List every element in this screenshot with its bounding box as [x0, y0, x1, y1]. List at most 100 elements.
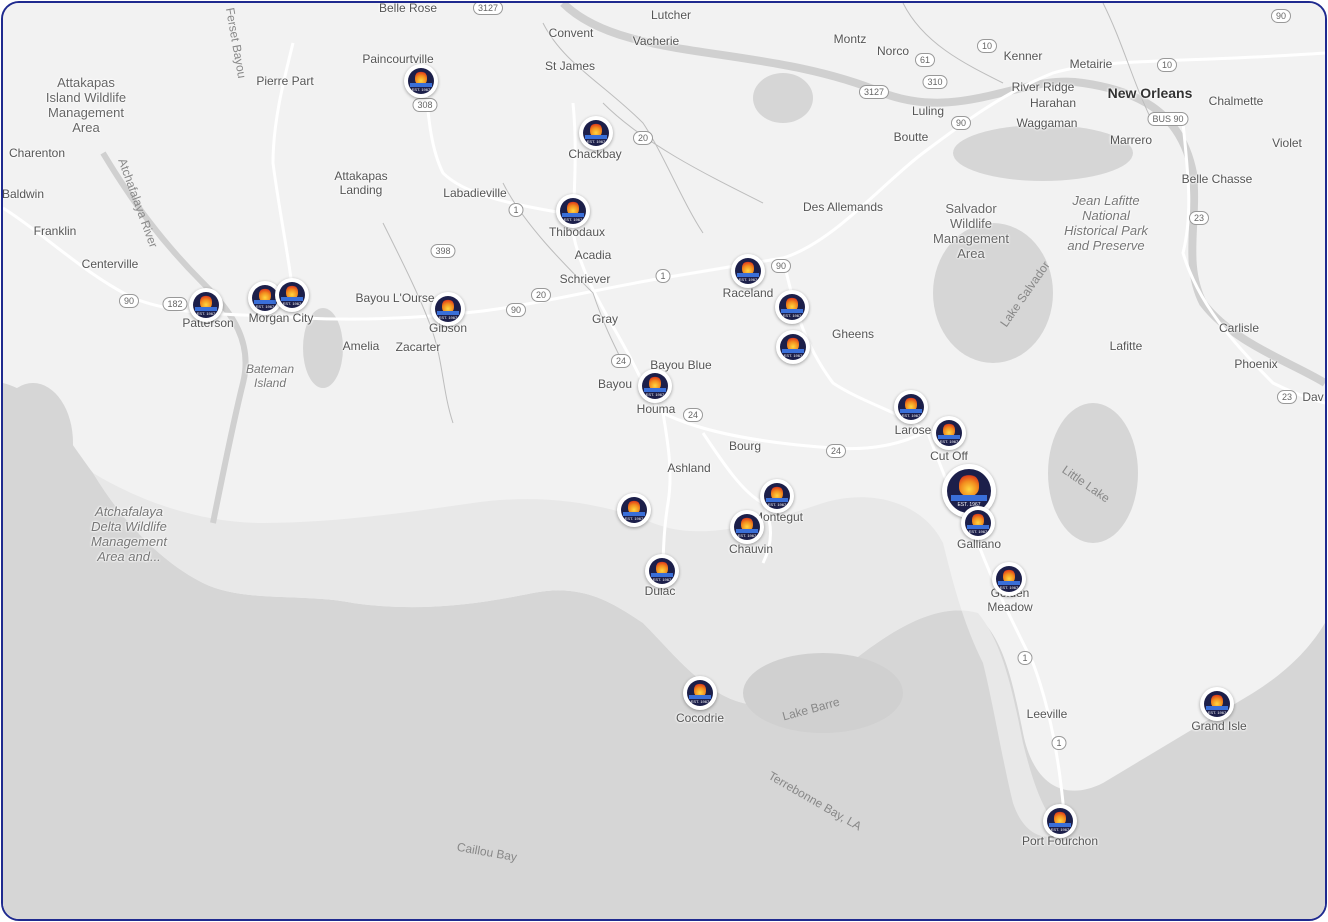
- route-shield: 308: [412, 98, 438, 112]
- place-label: Lutcher: [650, 8, 692, 22]
- place-label: Schriever: [559, 272, 611, 286]
- marker-logo-icon: EST. 1967: [779, 294, 805, 320]
- marker-est-text: EST. 1967: [901, 413, 921, 418]
- location-marker[interactable]: EST. 1967: [932, 416, 966, 450]
- marker-est-text: EST. 1967: [624, 516, 644, 521]
- place-label: Des Allemands: [802, 200, 884, 214]
- place-label: New Orleans: [1107, 85, 1193, 101]
- route-shield: 1: [1051, 736, 1067, 750]
- marker-band: [951, 495, 987, 501]
- place-label: Atchafalaya Delta Wildlife Management Ar…: [91, 504, 167, 564]
- location-marker[interactable]: EST. 1967: [760, 479, 794, 513]
- place-label: Larose: [894, 423, 932, 437]
- place-label: Pierre Part: [256, 74, 314, 88]
- location-marker[interactable]: EST. 1967: [775, 290, 809, 324]
- place-label: Acadia: [574, 248, 612, 262]
- route-shield: 398: [430, 244, 456, 258]
- place-label: Metairie: [1069, 57, 1113, 71]
- marker-est-text: EST. 1967: [652, 577, 672, 582]
- route-shield: 10: [976, 39, 998, 53]
- marker-est-text: EST. 1967: [939, 439, 959, 444]
- location-marker[interactable]: EST. 1967: [617, 493, 651, 527]
- location-marker[interactable]: EST. 1967: [961, 506, 995, 540]
- place-label: Labadieville: [443, 186, 507, 200]
- marker-logo-icon: EST. 1967: [252, 285, 278, 311]
- location-marker[interactable]: EST. 1967: [431, 292, 465, 326]
- place-label: Leeville: [1026, 707, 1068, 721]
- location-marker[interactable]: EST. 1967: [776, 330, 810, 364]
- location-marker[interactable]: EST. 1967: [404, 64, 438, 98]
- place-label: Cocodrie: [675, 711, 725, 725]
- marker-est-text: EST. 1967: [968, 529, 988, 534]
- marker-est-text: EST. 1967: [783, 353, 803, 358]
- marker-logo-icon: EST. 1967: [734, 514, 760, 540]
- place-label: Zacarter: [395, 340, 441, 354]
- location-marker[interactable]: EST. 1967: [645, 554, 679, 588]
- route-shield: 90: [1270, 9, 1292, 23]
- route-shield: 23: [1276, 390, 1298, 404]
- place-label: Violet: [1272, 136, 1302, 150]
- place-label: River Ridge: [1011, 80, 1075, 94]
- place-label: Chalmette: [1208, 94, 1264, 108]
- place-label: Chauvin: [728, 542, 774, 556]
- route-shield: 1: [508, 203, 524, 217]
- route-shield: 310: [922, 75, 948, 89]
- route-shield: 20: [530, 288, 552, 302]
- place-label: Belle Chasse: [1181, 172, 1253, 186]
- location-marker[interactable]: EST. 1967: [275, 278, 309, 312]
- marker-logo-icon: EST. 1967: [687, 680, 713, 706]
- location-marker[interactable]: EST. 1967: [1200, 687, 1234, 721]
- location-marker[interactable]: EST. 1967: [894, 390, 928, 424]
- route-shield: 3127: [858, 85, 890, 99]
- marker-logo-icon: EST. 1967: [780, 334, 806, 360]
- flame-icon: [959, 474, 979, 496]
- marker-logo-icon: EST. 1967: [621, 497, 647, 523]
- location-marker[interactable]: EST. 1967: [992, 562, 1026, 596]
- marker-est-text: EST. 1967: [438, 315, 458, 320]
- marker-logo-icon: EST. 1967: [965, 510, 991, 536]
- place-label: Dav: [1302, 390, 1324, 404]
- place-label: Charenton: [8, 146, 66, 160]
- location-marker[interactable]: EST. 1967: [638, 369, 672, 403]
- place-label: Salvador Wildlife Management Area: [933, 201, 1009, 261]
- location-marker[interactable]: EST. 1967: [189, 288, 223, 322]
- route-shield: 24: [682, 408, 704, 422]
- marker-est-text: EST. 1967: [782, 313, 802, 318]
- location-marker[interactable]: EST. 1967: [1043, 804, 1077, 838]
- place-label: Raceland: [722, 286, 774, 300]
- marker-logo-icon: EST. 1967: [193, 292, 219, 318]
- marker-est-text: EST. 1967: [690, 699, 710, 704]
- marker-logo-icon: EST. 1967: [279, 282, 305, 308]
- service-area-map[interactable]: Belle Rose Lutcher Convent Vacherie Montz Nor…: [1, 1, 1327, 921]
- place-label: Belle Rose: [378, 1, 438, 15]
- route-shield: BUS 90: [1147, 112, 1189, 126]
- place-label: Franklin: [33, 224, 77, 238]
- location-marker[interactable]: EST. 1967: [730, 510, 764, 544]
- location-marker[interactable]: EST. 1967: [683, 676, 717, 710]
- marker-est-text: EST. 1967: [999, 585, 1019, 590]
- place-label: Luling: [911, 104, 945, 118]
- route-shield: 90: [505, 303, 527, 317]
- place-label: Harahan: [1029, 96, 1077, 110]
- place-label: Waggaman: [1016, 116, 1078, 130]
- place-label: Bateman Island: [245, 362, 295, 390]
- location-marker[interactable]: EST. 1967: [579, 116, 613, 150]
- place-label: Bayou: [597, 377, 633, 391]
- marker-est-text: EST. 1967: [1050, 827, 1070, 832]
- place-label: Kenner: [1003, 49, 1043, 63]
- lake-barre: [743, 653, 903, 733]
- location-marker[interactable]: EST. 1967: [731, 254, 765, 288]
- marker-est-text: EST. 1967: [563, 217, 583, 222]
- marker-logo-icon: EST. 1967: [649, 558, 675, 584]
- place-label: Bourg: [728, 439, 762, 453]
- place-label: Gray: [591, 312, 619, 326]
- place-label: Attakapas Landing: [334, 169, 388, 197]
- location-marker[interactable]: EST. 1967: [556, 194, 590, 228]
- marker-est-text: EST. 1967: [282, 301, 302, 306]
- place-label: Lafitte: [1109, 339, 1143, 353]
- marker-logo-icon: EST. 1967: [642, 373, 668, 399]
- route-shield: 90: [950, 116, 972, 130]
- marker-logo-icon: EST. 1967: [1047, 808, 1073, 834]
- lake-cataouatche: [953, 125, 1133, 181]
- place-label: Houma: [636, 402, 676, 416]
